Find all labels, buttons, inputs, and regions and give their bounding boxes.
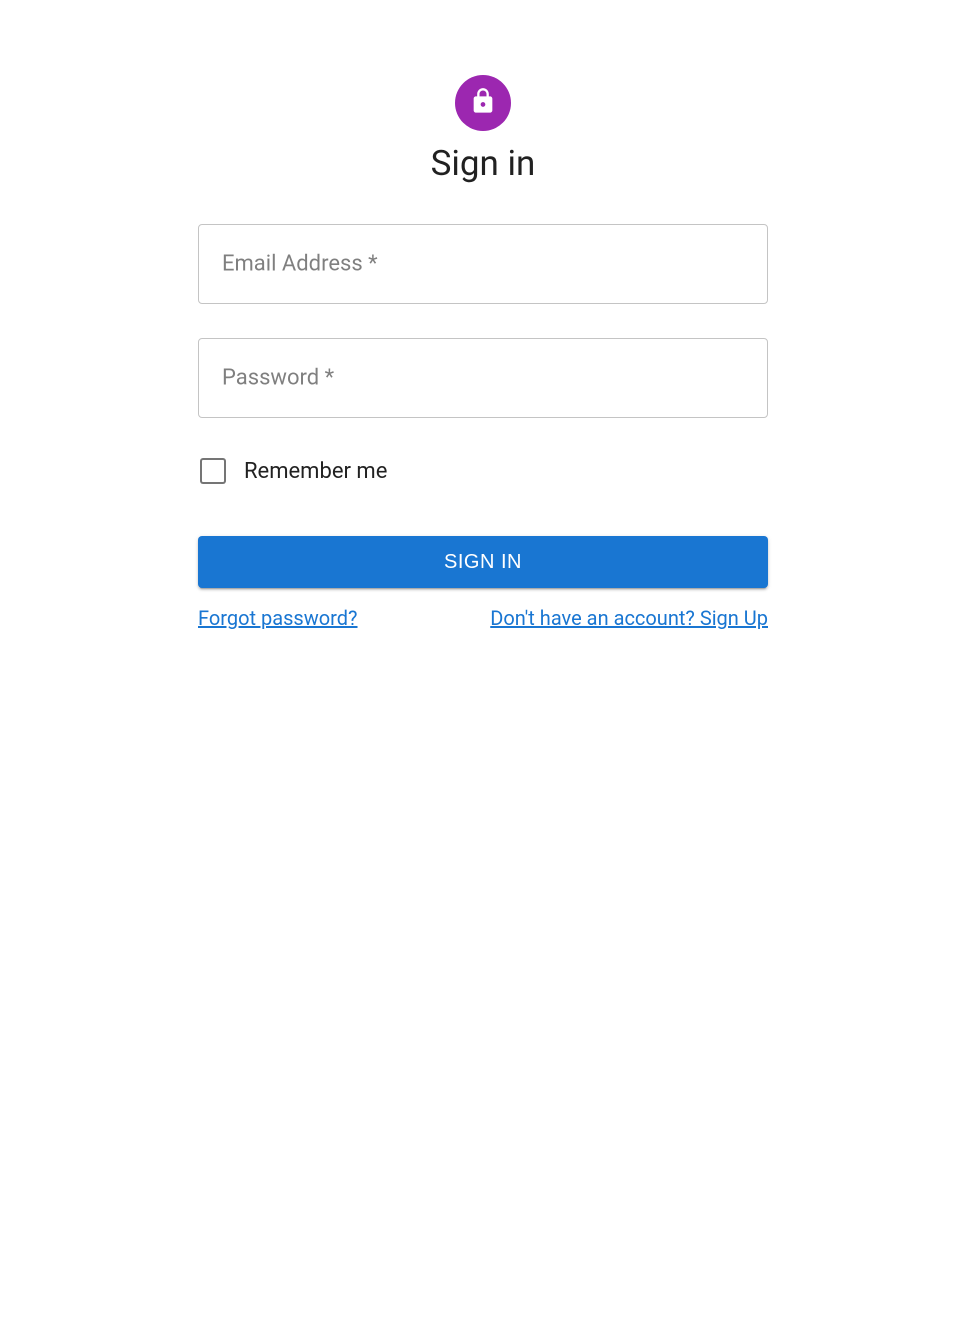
lock-icon bbox=[469, 87, 497, 119]
avatar-badge bbox=[455, 75, 511, 131]
links-row: Forgot password? Don't have an account? … bbox=[198, 606, 768, 630]
email-field[interactable] bbox=[198, 224, 768, 304]
signin-button[interactable]: Sign In bbox=[198, 536, 768, 588]
password-field-wrapper: Password * bbox=[198, 338, 768, 418]
remember-label: Remember me bbox=[244, 459, 387, 484]
forgot-password-link[interactable]: Forgot password? bbox=[198, 606, 358, 630]
remember-checkbox[interactable] bbox=[200, 458, 226, 484]
email-field-wrapper: Email Address * bbox=[198, 224, 768, 304]
page-title: Sign in bbox=[431, 143, 536, 184]
remember-row: Remember me bbox=[198, 458, 768, 484]
password-field[interactable] bbox=[198, 338, 768, 418]
signin-form: Email Address * Password * Remember me S… bbox=[198, 224, 768, 630]
signup-link[interactable]: Don't have an account? Sign Up bbox=[490, 606, 768, 630]
signin-container: Sign in Email Address * Password * Remem… bbox=[0, 0, 966, 630]
